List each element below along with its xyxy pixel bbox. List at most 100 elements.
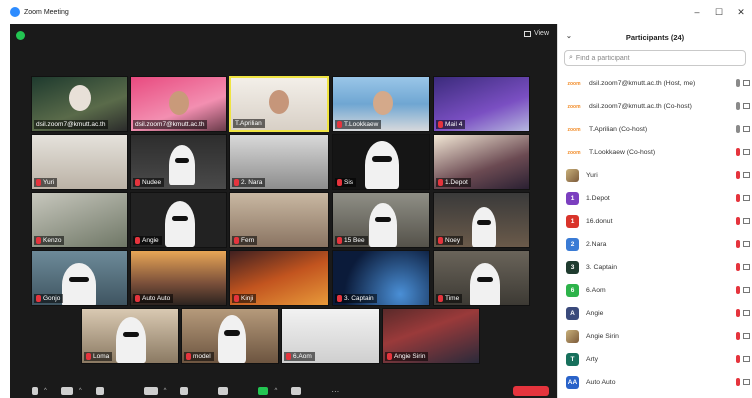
video-tile-active-speaker[interactable]: T.Aprilian [229,76,329,132]
participant-row[interactable]: Angie Sirin [558,325,752,348]
participant-row[interactable]: zoom T.Aprilian (Co-host) [558,118,752,141]
participant-row[interactable]: 6 6.Aom [558,279,752,302]
polls-icon[interactable] [180,387,189,395]
video-tile[interactable]: 15 Bee [332,192,430,248]
chevron-up-icon[interactable]: ^ [274,388,277,394]
video-tile[interactable]: Angie [130,192,227,248]
ghost-costume [470,263,500,305]
tile-name-label: Noey [445,237,461,244]
video-tile[interactable]: Kenzo [31,192,128,248]
participant-avatar: 1 [566,215,579,228]
camera-icon [743,241,750,247]
security-icon[interactable] [95,387,104,395]
maximize-button[interactable]: ☐ [708,7,730,18]
participant-row[interactable]: Yuri [558,164,752,187]
encryption-shield-icon[interactable] [16,31,25,40]
participant-status-icons [736,355,750,363]
window-controls: – ☐ ✕ [686,0,752,24]
video-tile[interactable]: 2. Nara [229,134,329,190]
record-icon[interactable] [291,387,302,395]
tile-name-label: dsil.zoom7@kmutt.ac.th [36,121,106,128]
video-tile[interactable]: dsil.zoom7@kmutt.ac.th [31,76,128,132]
participant-name: Angie [586,310,604,317]
video-tile[interactable]: dsil.zoom7@kmutt.ac.th [130,76,227,132]
muted-mic-icon [234,179,239,186]
video-tile[interactable]: Auto Auto [130,250,227,306]
participant-search-input[interactable] [575,54,736,62]
participants-icon[interactable] [143,387,158,395]
participant-status-icons [736,378,750,386]
participant-row[interactable]: 1 1.Depot [558,187,752,210]
participant-row[interactable]: T Arty [558,348,752,371]
video-tile[interactable]: Fern [229,192,329,248]
participant-avatar: 3 [566,261,579,274]
video-tile[interactable]: 1.Depot [433,134,530,190]
mute-icon[interactable] [32,387,38,395]
video-tile[interactable]: 3. Captain [332,250,430,306]
participant-search[interactable]: ⌕ [564,50,746,66]
participant-avatar: T [566,353,579,366]
minimize-button[interactable]: – [686,7,708,17]
video-tile[interactable]: Nudee [130,134,227,190]
camera-icon [743,218,750,224]
chevron-up-icon[interactable]: ^ [44,388,47,394]
video-tile[interactable]: Sis [332,134,430,190]
participant-row[interactable]: A Angie [558,302,752,325]
muted-mic-icon [736,148,740,156]
chat-icon[interactable] [218,387,229,395]
video-tile[interactable]: Angie Sirin [382,308,480,364]
muted-mic-icon [86,353,91,360]
ghost-costume [165,201,195,247]
video-camera-icon[interactable] [60,387,73,395]
participant-name: 3. Captain [586,264,617,271]
participant-row[interactable]: AA Auto Auto [558,371,752,394]
end-meeting-button[interactable] [513,386,549,396]
participant-row[interactable]: 3 3. Captain [558,256,752,279]
tile-name-label: 6.Aom [293,353,312,360]
video-tile[interactable]: model [181,308,279,364]
share-screen-icon[interactable] [258,387,269,395]
chevron-down-icon[interactable]: ⌄ [566,32,572,40]
participant-list: zoom dsil.zoom7@kmutt.ac.th (Host, me) zoo… [558,72,752,394]
participant-name: dsil.zoom7@kmutt.ac.th (Host, me) [589,80,696,87]
video-tile[interactable]: T.Lookkaew [332,76,430,132]
tile-name-label: Gonjo [43,295,61,302]
muted-mic-icon [736,286,740,294]
muted-mic-icon [36,237,41,244]
video-tile[interactable]: Time [433,250,530,306]
muted-mic-icon [736,378,740,386]
video-tile[interactable]: Noey [433,192,530,248]
participant-face [169,91,189,115]
participant-name: Auto Auto [586,379,616,386]
view-button[interactable]: View [523,30,549,37]
participant-row[interactable]: zoom dsil.zoom7@kmutt.ac.th (Co-host) [558,95,752,118]
muted-mic-icon [736,263,740,271]
camera-icon [743,356,750,362]
muted-mic-icon [36,179,41,186]
video-tile[interactable]: Kinji [229,250,329,306]
participant-row[interactable]: zoom dsil.zoom7@kmutt.ac.th (Host, me) [558,72,752,95]
participant-status-icons [736,148,750,156]
video-tile[interactable]: 6.Aom [281,308,380,364]
more-icon[interactable]: ··· [331,387,341,396]
video-tile[interactable]: Mail 4 [433,76,530,132]
tile-name-label: Mail 4 [445,121,463,128]
camera-icon [743,126,750,132]
participant-name: Yuri [586,172,598,179]
video-tile[interactable]: Gonjo [31,250,128,306]
search-icon: ⌕ [569,54,573,61]
video-tile[interactable]: Loma [81,308,179,364]
participant-row[interactable]: 2 2.Nara [558,233,752,256]
camera-icon [743,264,750,270]
participant-row[interactable]: 1 16.donut [558,210,752,233]
participant-avatar: 1 [566,192,579,205]
chevron-up-icon[interactable]: ^ [164,388,167,394]
participant-name: Arty [586,356,599,363]
chevron-up-icon[interactable]: ^ [79,388,82,394]
close-button[interactable]: ✕ [730,7,752,18]
video-tile[interactable]: Yuri [31,134,128,190]
tile-name-label: Nudee [142,179,162,186]
muted-mic-icon [438,237,443,244]
muted-mic-icon [438,179,443,186]
participant-row[interactable]: zoom T.Lookkaew (Co-host) [558,141,752,164]
